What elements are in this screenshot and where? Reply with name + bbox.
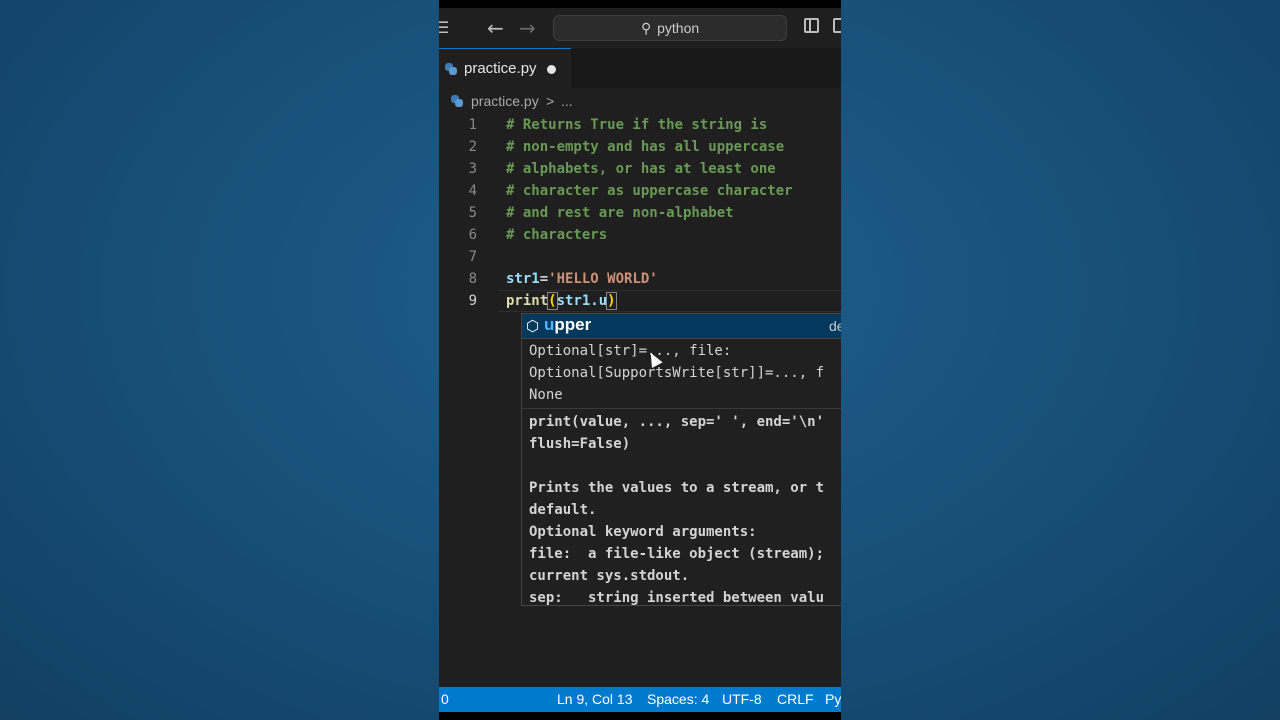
line-number: 1 — [468, 117, 477, 133]
line-number: 3 — [468, 161, 477, 177]
command-center-search[interactable]: ⚲ python — [553, 15, 787, 41]
doc-body-line: file: a file-like object (stream); — [529, 546, 825, 562]
code-line[interactable]: 8 str1='HELLO WORLD' — [439, 268, 841, 290]
code-line[interactable]: 6 # characters — [439, 224, 841, 246]
tab-bar: practice.py — [439, 48, 841, 88]
python-file-icon — [451, 95, 463, 107]
chevron-right-icon: > — [546, 93, 555, 109]
code-line[interactable]: 2 # non-empty and has all uppercase — [439, 136, 841, 158]
suggestion-match: u — [544, 315, 555, 334]
doc-body-line: Prints the values to a stream, or t — [529, 480, 825, 496]
status-problems[interactable]: 0 — [441, 691, 449, 707]
suggestion-rest: pper — [554, 315, 592, 334]
code-text: # non-empty and has all uppercase — [506, 139, 785, 155]
back-arrow-icon[interactable]: ← — [487, 16, 504, 40]
code-line[interactable]: 4 # character as uppercase character — [439, 180, 841, 202]
code-line[interactable]: 3 # alphabets, or has at least one — [439, 158, 841, 180]
status-encoding[interactable]: UTF-8 — [722, 691, 762, 707]
string-token: 'HELLO WORLD' — [548, 271, 658, 287]
tab-label: practice.py — [464, 60, 537, 77]
code-line[interactable]: 1 # Returns True if the string is — [439, 114, 841, 136]
search-icon: ⚲ — [640, 19, 652, 36]
doc-signature-line: None — [529, 387, 563, 403]
status-indentation[interactable]: Spaces: 4 — [647, 691, 709, 707]
status-language-mode[interactable]: Py — [825, 691, 841, 707]
open-paren-token: ( — [547, 292, 558, 310]
doc-signature-line: Optional[SupportsWrite[str]]=..., f — [529, 365, 825, 381]
code-text: print(str1.u) — [506, 290, 617, 312]
status-bar: 0 Ln 9, Col 13 Spaces: 4 UTF-8 CRLF Py — [439, 687, 841, 712]
code-text: # and rest are non-alphabet — [506, 205, 734, 221]
doc-body-line: Optional keyword arguments: — [529, 524, 757, 540]
toggle-panel-icon[interactable] — [833, 18, 841, 33]
line-number: 4 — [468, 183, 477, 199]
variable-token: str1 — [506, 271, 540, 287]
suggestion-detail: de — [829, 318, 841, 334]
toggle-sidebar-icon[interactable] — [804, 18, 819, 33]
python-file-icon — [445, 63, 457, 75]
line-number: 5 — [468, 205, 477, 221]
doc-body-line: print(value, ..., sep=' ', end='\n' — [529, 414, 825, 430]
doc-body-line: current sys.stdout. — [529, 568, 690, 584]
suggestion-item-upper[interactable]: ⬡ upper de — [521, 313, 841, 339]
code-text: str1='HELLO WORLD' — [506, 268, 658, 290]
line-number: 8 — [468, 271, 477, 287]
method-cube-icon: ⬡ — [526, 317, 540, 335]
code-text: # alphabets, or has at least one — [506, 161, 776, 177]
title-bar: ☰ ← → ⚲ python — [439, 8, 841, 49]
tab-practice-py[interactable]: practice.py — [439, 48, 571, 88]
operator-token: = — [539, 271, 549, 287]
vscode-window: ☰ ← → ⚲ python practice.py practice.py >… — [439, 0, 841, 720]
argument-token: str1.u — [556, 293, 608, 309]
forward-arrow-icon[interactable]: → — [519, 16, 536, 40]
unsaved-dot-icon[interactable] — [547, 65, 556, 74]
code-text: # characters — [506, 227, 608, 243]
breadcrumb-file[interactable]: practice.py — [471, 93, 539, 109]
bottom-letterbox — [439, 712, 841, 720]
status-cursor-position[interactable]: Ln 9, Col 13 — [557, 691, 633, 707]
doc-body-line: flush=False) — [529, 436, 631, 452]
suggestion-label: upper — [544, 315, 591, 335]
status-line-ending[interactable]: CRLF — [777, 691, 814, 707]
code-line-active[interactable]: 9 print(str1.u) — [439, 290, 841, 312]
code-text: # Returns True if the string is — [506, 117, 768, 133]
top-letterbox — [439, 0, 841, 8]
line-number: 6 — [468, 227, 477, 243]
code-line[interactable]: 7 — [439, 246, 841, 268]
search-text: python — [657, 20, 700, 36]
breadcrumb-symbols[interactable]: ... — [561, 93, 573, 109]
documentation-popup[interactable]: Optional[str]=..., file: Optional[Suppor… — [521, 338, 841, 606]
code-line[interactable]: 5 # and rest are non-alphabet — [439, 202, 841, 224]
menu-icon[interactable]: ☰ — [439, 18, 449, 37]
breadcrumb: practice.py > ... — [439, 88, 841, 114]
line-number: 2 — [468, 139, 477, 155]
close-paren-token: ) — [606, 292, 617, 310]
doc-body-line: sep: string inserted between valu — [529, 590, 825, 606]
code-text: # character as uppercase character — [506, 183, 793, 199]
line-number: 7 — [468, 249, 477, 265]
doc-signature-line: Optional[str]=..., file: — [529, 343, 732, 359]
doc-divider — [522, 408, 841, 409]
doc-body-line: default. — [529, 502, 597, 518]
function-token: print — [506, 293, 549, 309]
line-number: 9 — [468, 293, 477, 309]
